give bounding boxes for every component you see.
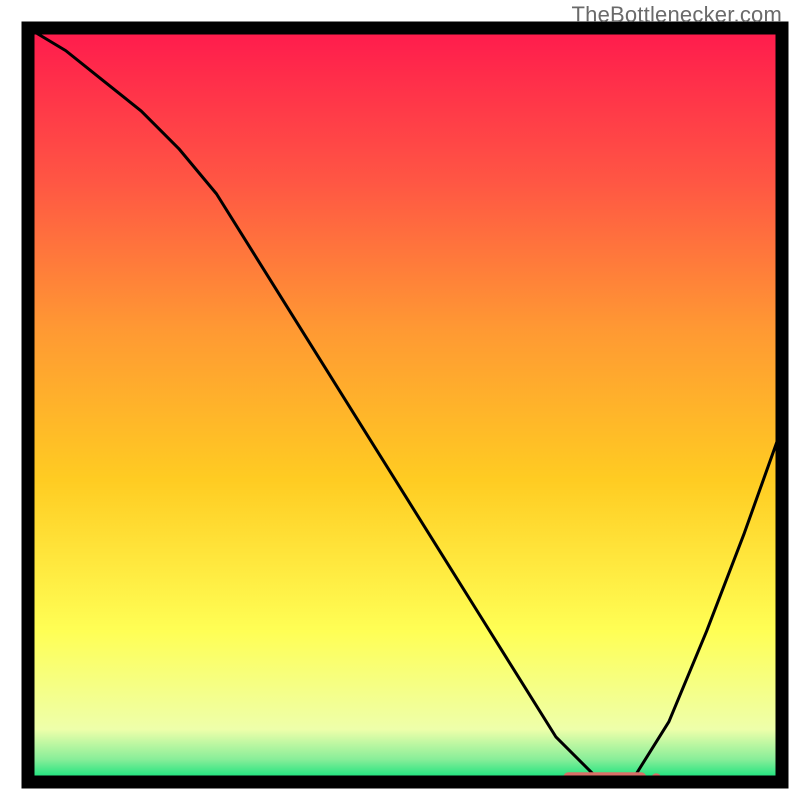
bottleneck-chart — [0, 0, 800, 800]
watermark-text: TheBottlenecker.com — [572, 2, 782, 28]
chart-background — [28, 28, 782, 782]
chart-container: TheBottlenecker.com — [0, 0, 800, 800]
